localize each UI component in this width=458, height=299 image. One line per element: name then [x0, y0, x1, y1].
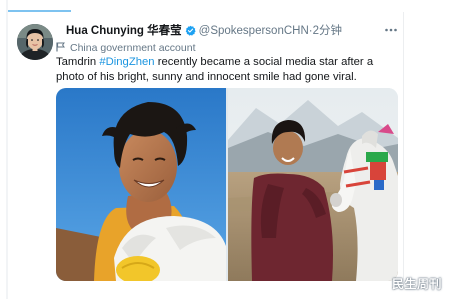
avatar[interactable]: [17, 24, 53, 60]
tweet-text-start: Tamdrin: [56, 56, 100, 68]
tweet-header: Hua Chunying 华春莹 @SpokespersonCHN·2分钟: [66, 23, 342, 39]
photo-boy-with-horse-icon: [228, 88, 398, 281]
tweet-card[interactable]: Hua Chunying 华春莹 @SpokespersonCHN·2分钟 Chi…: [8, 12, 404, 284]
government-label-text: China government account: [70, 42, 196, 54]
more-options-icon[interactable]: [384, 24, 398, 36]
tweet-body: Tamdrin #DingZhen recently became a soci…: [56, 55, 400, 85]
handle[interactable]: @SpokespersonCHN: [199, 25, 309, 37]
verified-badge-icon: [185, 25, 196, 41]
hashtag-link[interactable]: #DingZhen: [99, 56, 154, 68]
photo-smiling-boy-icon: [56, 88, 226, 281]
screenshot-canvas: Hua Chunying 华春莹 @SpokespersonCHN·2分钟 Chi…: [0, 0, 458, 299]
timestamp[interactable]: 2分钟: [313, 25, 342, 37]
media-photo-1[interactable]: [56, 88, 226, 281]
flag-icon: [56, 42, 65, 56]
media-photo-2[interactable]: [228, 88, 398, 281]
media-grid: [56, 88, 398, 281]
avatar-portrait-icon: [17, 24, 53, 60]
watermark-text: 民生周刊: [392, 277, 443, 291]
government-account-label[interactable]: China government account: [56, 41, 196, 55]
display-name[interactable]: Hua Chunying 华春莹: [66, 25, 182, 37]
